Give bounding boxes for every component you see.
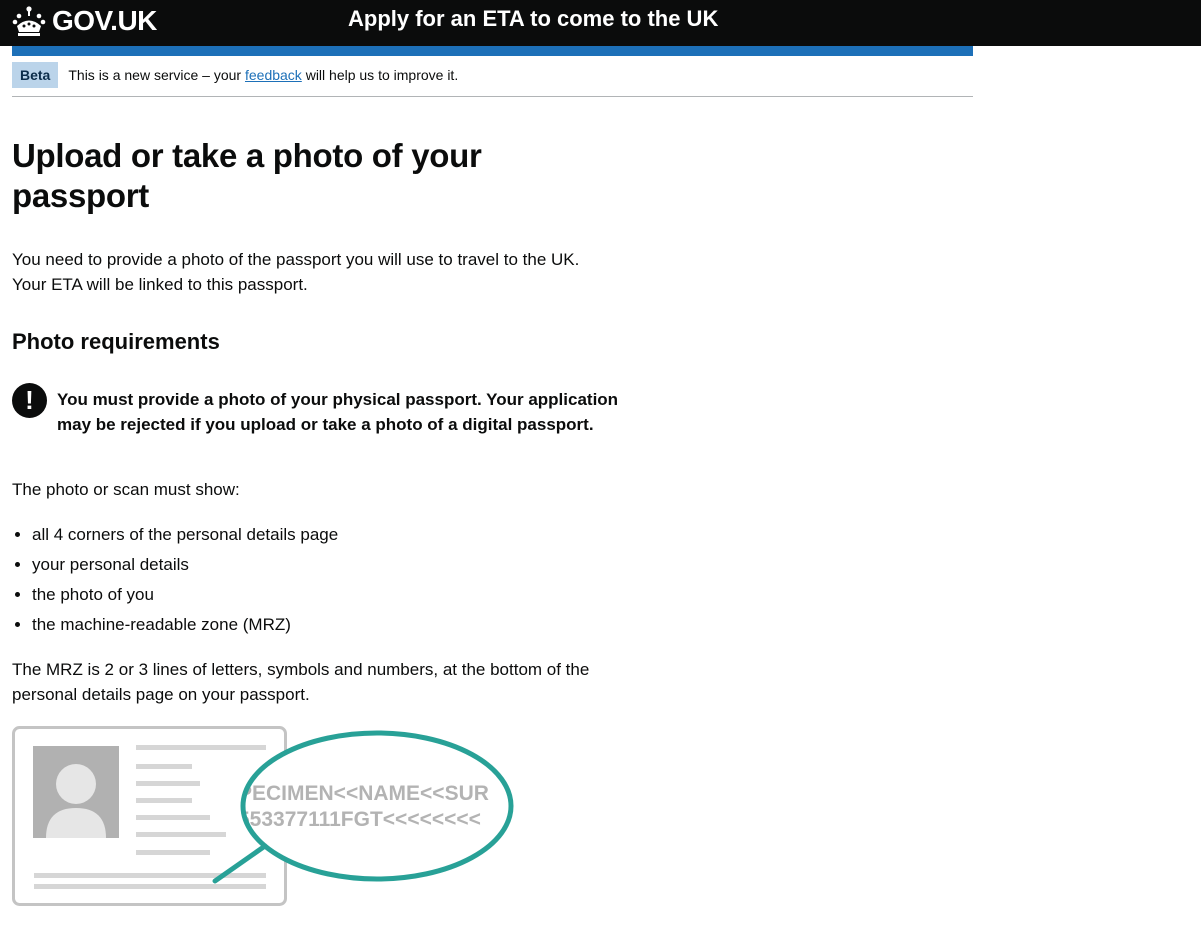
page-title: Upload or take a photo of your passport <box>12 137 482 214</box>
feedback-link[interactable]: feedback <box>245 67 302 83</box>
intro-line-2: Your ETA will be linked to this passport… <box>12 275 308 294</box>
requirements-list: all 4 corners of the personal details pa… <box>12 522 338 642</box>
list-item: all 4 corners of the personal details pa… <box>32 522 338 547</box>
crown-icon <box>12 6 46 36</box>
phase-banner: Beta This is a new service – your feedba… <box>12 62 973 97</box>
passport-mrz-illustration: PECIMEN<<NAME<<SUR 553377111FGT<<<<<<<< <box>12 726 514 906</box>
mrz-line-1: PECIMEN<<NAME<<SUR <box>238 782 489 805</box>
warning-icon: ! <box>12 383 47 418</box>
list-item: the machine-readable zone (MRZ) <box>32 612 338 637</box>
header-blue-bar <box>12 46 973 56</box>
service-name-link[interactable]: Apply for an ETA to come to the UK <box>348 6 718 32</box>
mrz-line-2: 553377111FGT<<<<<<<< <box>238 808 481 831</box>
phase-text-before: This is a new service – your <box>68 67 245 83</box>
phase-text-after: will help us to improve it. <box>301 67 459 83</box>
list-item: the photo of you <box>32 582 338 607</box>
govuk-home-link[interactable]: GOV.UK <box>12 2 157 40</box>
beta-tag: Beta <box>12 62 59 88</box>
photo-requirements-heading: Photo requirements <box>12 329 220 354</box>
list-item: your personal details <box>32 552 338 577</box>
site-header: GOV.UK Apply for an ETA to come to the U… <box>0 0 1201 46</box>
logo-text: GOV.UK <box>52 5 157 36</box>
phase-banner-text: This is a new service – your feedback wi… <box>68 62 458 85</box>
intro-line-1: You need to provide a photo of the passp… <box>12 250 580 269</box>
main-content: Upload or take a photo of your passport … <box>12 136 652 906</box>
warning-text-block: ! You must provide a photo of your physi… <box>12 383 652 437</box>
intro-paragraph: You need to provide a photo of the passp… <box>12 247 652 297</box>
must-show-text: The photo or scan must show: <box>12 480 240 499</box>
warning-message: You must provide a photo of your physica… <box>57 390 619 434</box>
person-head-icon <box>56 764 96 804</box>
mrz-description: The MRZ is 2 or 3 lines of letters, symb… <box>12 660 590 704</box>
